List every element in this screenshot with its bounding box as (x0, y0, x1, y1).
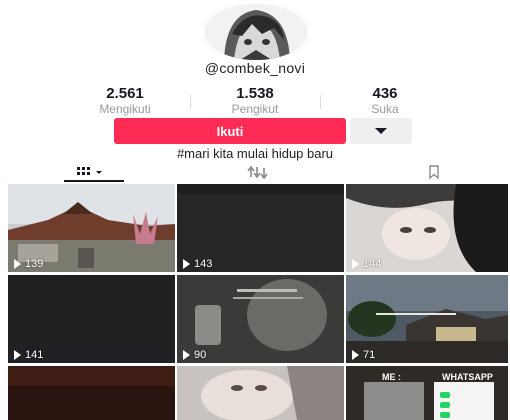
profile-bio: #mari kita mulai hidup baru (176, 146, 334, 161)
profile-username: @combek_novi (204, 60, 306, 76)
tab-videos[interactable] (64, 162, 124, 182)
tab-reposts[interactable] (230, 162, 290, 182)
profile-avatar[interactable] (204, 4, 308, 60)
follow-button[interactable]: Ikuti (114, 118, 346, 144)
video-1-views: 139 (14, 258, 43, 270)
video-thumbnail-8[interactable] (177, 366, 344, 420)
video-grid: 139 143 144 141 90 71 ME: WHATSAPP (8, 184, 508, 420)
stat-likes: 436 Suka (320, 85, 450, 119)
video-7-image (8, 366, 175, 420)
video-4-view-count: 141 (25, 349, 44, 361)
play-icon (183, 350, 190, 360)
stat-followers-label: Pengikut (231, 102, 279, 116)
more-options-button[interactable] (350, 118, 412, 144)
video-thumbnail-5[interactable]: 90 (177, 275, 344, 363)
play-icon (183, 259, 190, 269)
video-6-views: 71 (352, 349, 375, 361)
video-4-views: 141 (14, 349, 43, 361)
video-thumbnail-4[interactable]: 141 (8, 275, 175, 363)
bookmark-icon (429, 165, 439, 179)
video-9-overlay-left: ME : (382, 372, 401, 382)
video-thumbnail-7[interactable] (8, 366, 175, 420)
video-3-view-count: 144 (363, 258, 382, 270)
profile-tabs (0, 162, 510, 182)
stat-likes-count: 436 (372, 85, 398, 102)
stat-followers-count: 1.538 (236, 85, 274, 102)
video-6-view-count: 71 (363, 349, 376, 361)
video-1-view-count: 139 (25, 258, 44, 270)
reposts-icon (247, 165, 268, 179)
profile-stats: 2.561 Mengikuti 1.538 Pengikut 436 Suka (60, 85, 450, 119)
selected-tab-indicator (64, 180, 124, 182)
video-thumbnail-2[interactable]: 143 (177, 184, 344, 272)
stat-following-count: 2.561 (106, 85, 144, 102)
video-thumbnail-6[interactable]: 71 (346, 275, 508, 363)
video-5-views: 90 (183, 349, 206, 361)
videos-grid-icon (77, 167, 102, 175)
play-icon (352, 350, 359, 360)
video-2-view-count: 143 (194, 258, 213, 270)
tab-bookmarks[interactable] (404, 162, 464, 182)
caret-down-icon (375, 128, 387, 134)
stat-followers[interactable]: 1.538 Pengikut (190, 85, 320, 119)
video-3-views: 144 (352, 258, 381, 270)
video-thumbnail-3[interactable]: 144 (346, 184, 508, 272)
play-icon (14, 350, 21, 360)
video-2-views: 143 (183, 258, 212, 270)
stat-following-label: Mengikuti (99, 102, 151, 116)
video-8-image (177, 366, 344, 420)
stat-likes-label: Suka (371, 102, 399, 116)
stat-following[interactable]: 2.561 Mengikuti (60, 85, 190, 119)
play-icon (352, 259, 359, 269)
video-thumbnail-9[interactable]: ME : WHATSAPP (346, 366, 508, 420)
video-thumbnail-1[interactable]: 139 (8, 184, 175, 272)
video-9-overlay-right: WHATSAPP (442, 372, 493, 382)
video-5-view-count: 90 (194, 349, 207, 361)
play-icon (14, 259, 21, 269)
